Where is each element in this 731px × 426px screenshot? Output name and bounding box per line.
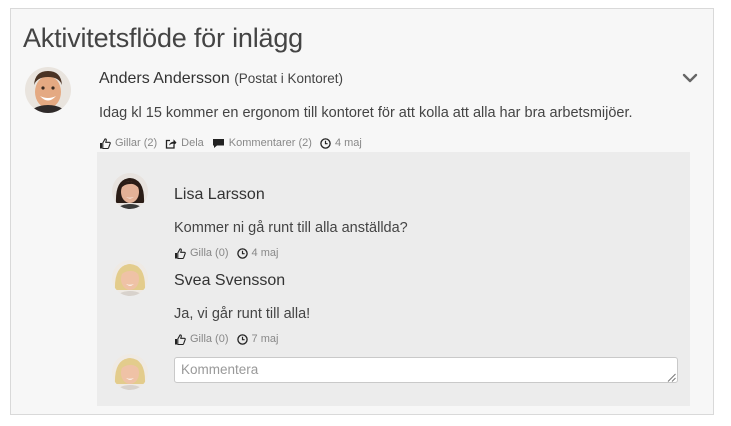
post-author: Anders Andersson (Postat i Kontoret) [99,70,343,88]
comment-author[interactable]: Svea Svensson [174,272,285,290]
thumbs-up-icon [175,247,186,259]
like-label: Gillar (2) [115,137,158,149]
like-label: Gilla (0) [190,333,229,345]
comment-date-label: 7 maj [251,333,279,345]
like-button[interactable]: Gillar (2) [99,137,157,149]
comments-button[interactable]: Kommentarer (2) [212,137,312,149]
comment-input[interactable] [174,357,678,383]
thumbs-up-icon [175,333,186,345]
clock-icon [236,333,248,345]
share-icon [166,138,177,149]
activity-feed-card: Aktivitetsflöde för inlägg Anders Anders… [10,8,714,415]
like-button[interactable]: Gilla (0) [174,333,229,345]
comment-author[interactable]: Lisa Larsson [174,186,265,204]
like-label: Gilla (0) [190,247,229,259]
post-location: (Postat i Kontoret) [234,71,344,86]
thumbs-up-icon [100,137,111,149]
comment-text: Ja, vi går runt till alla! [174,306,311,322]
comment-text: Kommer ni gå runt till alla anställda? [174,220,408,236]
comments-label: Kommentarer (2) [228,137,312,149]
clock-icon [320,137,331,149]
comment-avatar-lisa[interactable] [112,173,148,209]
comment-actions: Gilla (0) 7 maj [174,333,286,345]
share-label: Dela [181,137,204,149]
feed-title: Aktivitetsflöde för inlägg [23,23,303,53]
speech-bubble-icon [212,138,224,148]
comment-date: 7 maj [236,333,279,345]
comment-date-label: 4 maj [251,247,279,259]
clock-icon [236,247,248,259]
post-actions: Gillar (2) Dela Kommentarer (2) 4 maj [99,137,370,149]
comment-date: 4 maj [236,247,279,259]
share-button[interactable]: Dela [165,137,204,149]
post-text: Idag kl 15 kommer en ergonom till kontor… [99,105,633,121]
post-date: 4 maj [320,137,362,149]
like-button[interactable]: Gilla (0) [174,247,229,259]
comments-section: Lisa Larsson Kommer ni gå runt till alla… [97,152,690,406]
post-date-label: 4 maj [334,137,362,149]
resize-handle-icon[interactable] [667,373,676,382]
comment-actions: Gilla (0) 4 maj [174,247,286,259]
post-author-name[interactable]: Anders Andersson [99,70,230,87]
comment-avatar-svea[interactable] [112,260,148,296]
post-author-avatar[interactable] [25,67,71,113]
current-user-avatar [112,354,148,390]
chevron-down-icon[interactable] [681,71,699,85]
